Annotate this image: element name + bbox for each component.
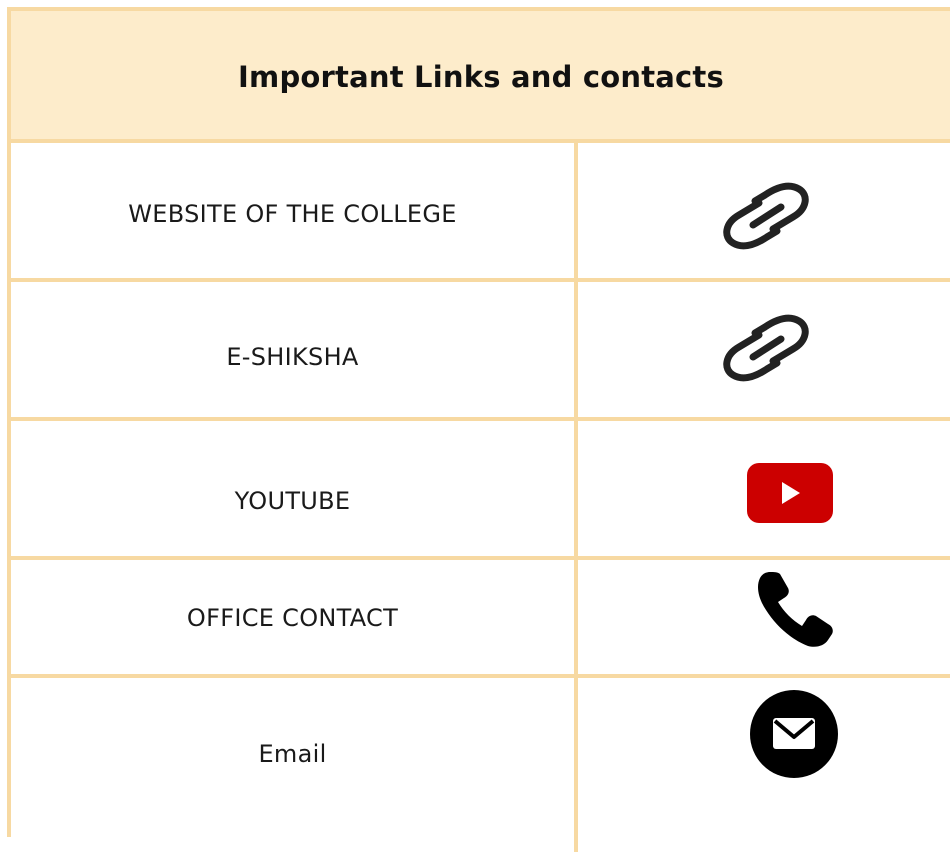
email-icon[interactable] [749,689,839,779]
table-row-eshiksha: E-SHIKSHA [11,282,950,421]
page-title: Important Links and contacts [238,60,724,94]
row-label-website: WEBSITE OF THE COLLEGE [128,200,457,228]
row-label-office-contact: OFFICE CONTACT [186,604,399,632]
phone-icon[interactable] [756,570,836,648]
table-row-office-contact: OFFICE CONTACT [11,560,950,678]
table-row-email: Email [11,678,950,852]
link-icon[interactable] [711,181,823,253]
row-label-email: Email [258,740,327,768]
youtube-icon[interactable] [747,463,835,523]
column-divider [574,678,578,852]
column-divider [574,421,578,560]
link-icon[interactable] [711,313,823,385]
column-divider [574,282,578,421]
table-row-youtube: YOUTUBE [11,421,950,560]
row-label-eshiksha: E-SHIKSHA [226,343,359,371]
links-table: Important Links and contacts WEBSITE OF … [7,7,950,852]
column-divider [574,143,578,282]
table-row-website: WEBSITE OF THE COLLEGE [11,143,950,282]
table-header: Important Links and contacts [11,11,950,143]
row-label-youtube: YOUTUBE [234,487,351,515]
column-divider [574,560,578,678]
